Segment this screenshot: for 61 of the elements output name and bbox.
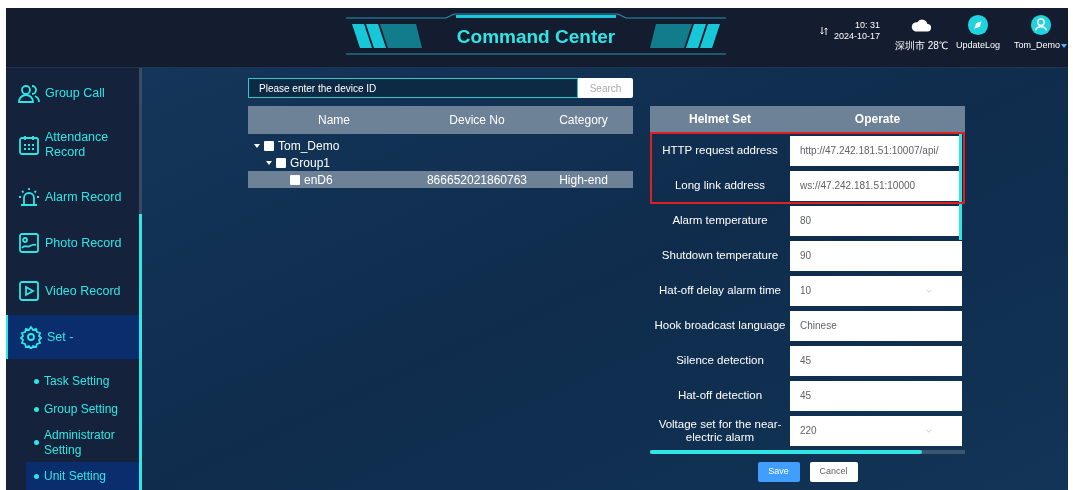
setting-label: Hat-off detection	[676, 389, 764, 402]
submenu-item[interactable]: Group Setting	[26, 395, 142, 424]
tree-row[interactable]: Group1	[248, 154, 633, 171]
sidebar-item[interactable]: Group Call	[6, 74, 142, 114]
dropdown[interactable]: 220	[790, 415, 962, 446]
column-header: Helmet Set	[688, 111, 752, 128]
column-header: Device No	[448, 112, 506, 129]
checkbox[interactable]	[264, 140, 274, 151]
input-field[interactable]: http://47.242.181.51:10007/api/	[790, 135, 962, 166]
sidebar-item[interactable]: Set -	[6, 314, 142, 360]
cancel-button[interactable]: Cancel	[809, 462, 858, 482]
input-field[interactable]: 80	[790, 205, 962, 236]
checkbox[interactable]	[276, 157, 286, 168]
photo-icon	[17, 231, 41, 256]
signal-arrows-icon	[818, 25, 830, 37]
compass-icon	[967, 14, 989, 36]
app-title: Command Center	[455, 25, 617, 49]
setting-label: Long link address	[673, 179, 767, 192]
expand-caret-icon[interactable]	[266, 160, 272, 165]
table-cell-text: 866652021860763	[425, 171, 529, 189]
input-field[interactable]: 90	[790, 240, 962, 271]
input-field[interactable]: ws://47.242.181.51:10000	[790, 170, 962, 201]
dropdown[interactable]: 10	[790, 275, 962, 306]
tree-node-name: Group1	[290, 154, 331, 172]
tree-row[interactable]: enD6 866652021860763 High-end	[248, 171, 633, 188]
date-text: 2024-10-17	[834, 31, 881, 42]
update-log-button[interactable]: UpdateLog	[956, 14, 1001, 53]
column-header: Name	[317, 112, 351, 129]
setting-label: Hook broadcast language	[653, 319, 787, 332]
setting-label: HTTP request address	[661, 144, 779, 157]
sidebar-item[interactable]: Alarm Record	[6, 175, 142, 220]
input-field[interactable]: 45	[790, 380, 962, 411]
checkbox[interactable]	[290, 174, 300, 185]
submenu-item[interactable]: Task Setting	[26, 367, 142, 396]
submenu-item[interactable]: Unit Setting	[26, 461, 142, 490]
user-icon	[1029, 14, 1052, 36]
setting-label: Alarm temperature	[671, 214, 769, 227]
sidebar-item[interactable]: Attendance Record	[6, 113, 142, 176]
setting-label: Shutdown temperature	[660, 249, 780, 262]
sidebar-item[interactable]: Video Record	[6, 267, 142, 315]
expand-caret-icon[interactable]	[254, 143, 260, 148]
tree-row[interactable]: Tom_Demo	[248, 137, 633, 154]
column-header: Operate	[853, 111, 902, 128]
setting-label: Voltage set for the near-electric alarm	[657, 417, 783, 444]
device-id-field[interactable]: Please enter the device ID	[248, 78, 578, 98]
sidebar-item[interactable]: Photo Record	[6, 219, 142, 268]
column-header: Category	[558, 112, 609, 129]
user-menu-button[interactable]: Tom_Demo	[1014, 14, 1067, 53]
submenu-item[interactable]: Administrator Setting	[26, 423, 142, 462]
tree-node-name: Tom_Demo	[278, 137, 340, 155]
input-field[interactable]: 45	[790, 345, 962, 376]
input-field[interactable]: Chinese	[790, 310, 962, 341]
tree-node-name: enD6	[304, 171, 333, 189]
clock-time: 10: 31	[855, 20, 881, 31]
setting-label: Silence detection	[675, 354, 765, 367]
table-cell-text: High-end	[558, 171, 609, 189]
horizontal-scrollbar[interactable]	[650, 450, 965, 454]
gear-icon	[19, 325, 43, 350]
setting-label: Hat-off delay alarm time	[658, 284, 782, 297]
weather-text: 深圳市 28℃	[895, 39, 948, 53]
play-icon	[17, 279, 41, 304]
